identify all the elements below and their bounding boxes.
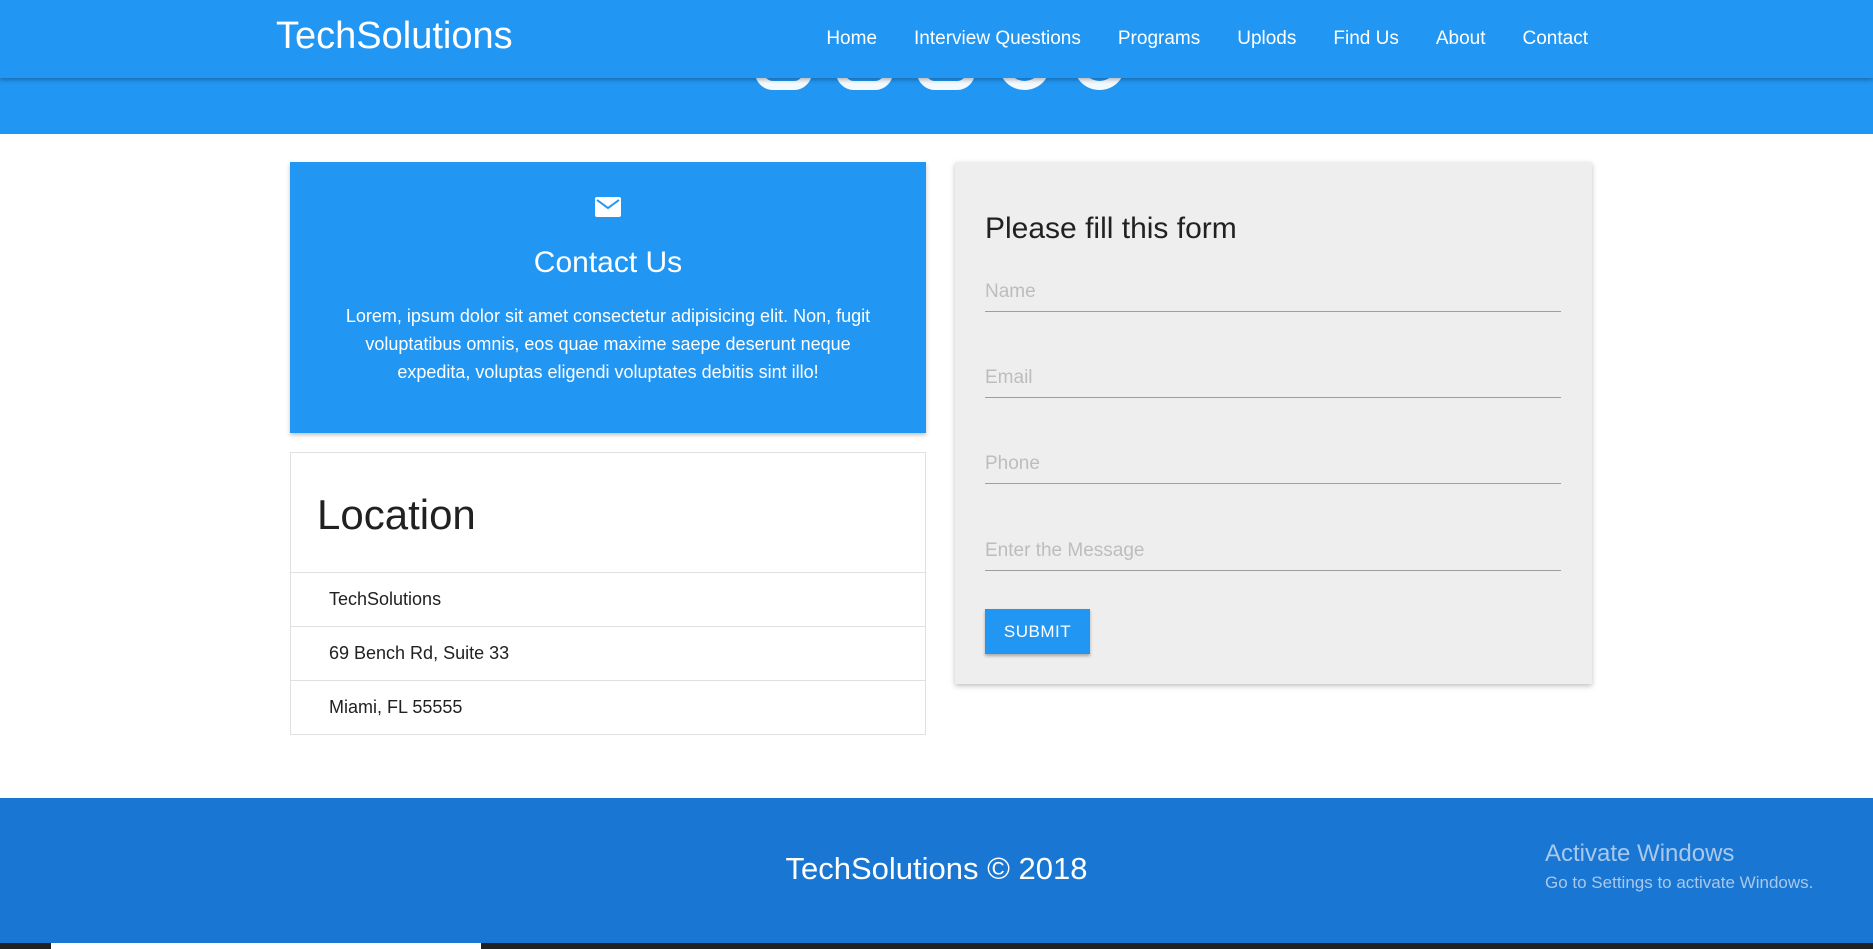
nav-link-home[interactable]: Home bbox=[826, 28, 877, 50]
message-input[interactable] bbox=[985, 531, 1561, 571]
location-item-city: Miami, FL 55555 bbox=[291, 680, 925, 734]
watermark-title: Activate Windows bbox=[1545, 840, 1735, 867]
name-input[interactable] bbox=[985, 272, 1561, 312]
contact-description: Lorem, ipsum dolor sit amet consectetur … bbox=[345, 306, 871, 382]
location-list: TechSolutions 69 Bench Rd, Suite 33 Miam… bbox=[291, 572, 925, 734]
location-card: Location TechSolutions 69 Bench Rd, Suit… bbox=[290, 452, 926, 735]
form-title: Please fill this form bbox=[985, 212, 1237, 245]
contact-title: Contact Us bbox=[533, 246, 683, 279]
nav-links: Home Interview Questions Programs Uplods… bbox=[789, 0, 1588, 78]
nav-link-interview-questions[interactable]: Interview Questions bbox=[914, 28, 1081, 50]
location-item-company: TechSolutions bbox=[291, 572, 925, 626]
nav-link-uploads[interactable]: Uplods bbox=[1237, 28, 1296, 50]
nav-link-about[interactable]: About bbox=[1436, 28, 1486, 50]
mail-icon bbox=[595, 197, 621, 217]
contact-form: Please fill this form SUBMIT bbox=[955, 162, 1592, 684]
location-title: Location bbox=[317, 491, 476, 538]
submit-button[interactable]: SUBMIT bbox=[985, 609, 1090, 654]
navbar: TechSolutions Home Interview Questions P… bbox=[0, 0, 1873, 78]
email-input[interactable] bbox=[985, 358, 1561, 398]
activate-windows-watermark: Activate Windows Go to Settings to activ… bbox=[1545, 840, 1813, 893]
watermark-subtitle: Go to Settings to activate Windows. bbox=[1545, 873, 1814, 892]
taskbar-segment bbox=[51, 943, 481, 949]
contact-card: Contact Us Lorem, ipsum dolor sit amet c… bbox=[290, 162, 926, 433]
taskbar-strip bbox=[0, 943, 1873, 949]
nav-link-find-us[interactable]: Find Us bbox=[1333, 28, 1398, 50]
nav-link-programs[interactable]: Programs bbox=[1118, 28, 1200, 50]
nav-link-contact[interactable]: Contact bbox=[1523, 28, 1588, 50]
brand-logo[interactable]: TechSolutions bbox=[276, 15, 513, 58]
phone-input[interactable] bbox=[985, 444, 1561, 484]
location-item-address: 69 Bench Rd, Suite 33 bbox=[291, 626, 925, 680]
footer: TechSolutions © 2018 Activate Windows Go… bbox=[0, 798, 1873, 949]
